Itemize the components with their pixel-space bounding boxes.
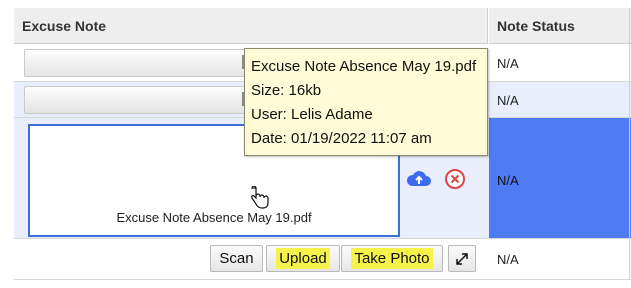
- column-header-excuse-note: Excuse Note: [14, 8, 488, 44]
- tooltip-filename: Excuse Note Absence May 19.pdf: [251, 58, 477, 75]
- note-status: N/A: [497, 93, 519, 108]
- scan-button-label: Scan: [219, 250, 254, 267]
- column-header-excuse-note-label: Excuse Note: [22, 17, 107, 34]
- take-photo-button-label: Take Photo: [351, 248, 433, 269]
- upload-button[interactable]: Upload: [266, 245, 340, 272]
- cloud-upload-icon[interactable]: [404, 164, 434, 194]
- note-status: N/A: [497, 56, 519, 71]
- note-status: N/A: [497, 173, 519, 188]
- table-border: [629, 8, 630, 280]
- take-photo-button[interactable]: Take Photo: [341, 245, 443, 272]
- attachment-tooltip: Excuse Note Absence May 19.pdf Size: 16k…: [244, 48, 488, 156]
- column-header-note-status-label: Note Status: [497, 17, 575, 34]
- upload-button-label: Upload: [276, 248, 330, 269]
- hand-pointer-cursor-icon: [250, 185, 270, 215]
- attachment-filename: Excuse Note Absence May 19.pdf: [116, 210, 312, 225]
- note-status: N/A: [497, 252, 519, 267]
- column-header-note-status: Note Status: [489, 8, 631, 44]
- tooltip-size: Size: 16kb: [251, 82, 322, 99]
- tooltip-user: User: Lelis Adame: [251, 106, 373, 123]
- remove-circle-icon[interactable]: [440, 164, 470, 194]
- scan-button[interactable]: Scan: [210, 245, 263, 272]
- expand-icon[interactable]: [448, 245, 476, 272]
- attachments-table: Excuse Note Note Status No N/A No N/A N/…: [0, 0, 631, 288]
- tooltip-date: Date: 01/19/2022 11:07 am: [251, 130, 432, 147]
